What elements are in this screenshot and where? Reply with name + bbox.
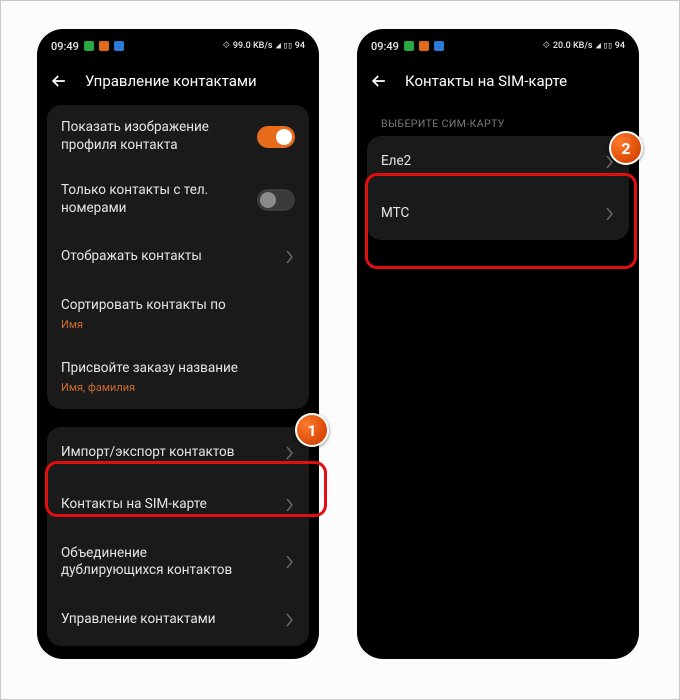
chevron-right-icon [285,498,295,512]
toggle-switch[interactable] [257,126,295,148]
chevron-right-icon [285,555,295,569]
row-label: Объединение дублирующихся контактов [61,545,241,580]
row-label: Сортировать контакты по Имя [61,297,226,332]
back-arrow-icon[interactable] [369,71,389,91]
row-sort-contacts[interactable]: Сортировать контакты по Имя [47,283,309,346]
status-battery: 94 [615,41,625,51]
status-net-speed: 99.0 KB/s [233,41,273,51]
section-label: Выберите сим-карту [357,105,639,136]
status-nfc-icon: ⟐ [543,41,550,51]
phone-screen-left: 09:49 ⟐ 99.0 KB/s ◢ ▯▯ 94 Управление кон… [37,29,319,659]
phone-screen-right: 09:49 ⟐ 20.0 KB/s ◢ ▯▯ 94 Контакты на SI… [357,29,639,659]
status-bluetooth-icon [114,41,124,51]
toggle-switch[interactable] [257,189,295,211]
status-wifi-icon: ◢ [276,41,280,51]
row-manage-contacts[interactable]: Управление контактами [47,594,309,646]
row-name-order[interactable]: Присвойте заказу название Имя, фамилия [47,346,309,409]
sim-card-list: Еле2 МТС [367,136,629,240]
status-battery: 94 [295,41,305,51]
status-app-icon [99,41,109,51]
row-sim-contacts[interactable]: Контакты на SIM-карте [47,479,309,531]
row-label: Только контакты с тел. номерами [61,182,241,217]
row-label: Показать изображение профиля контакта [61,119,241,154]
chevron-right-icon [285,250,295,264]
status-nfc-icon: ⟐ [223,41,230,51]
row-label: Контакты на SIM-карте [61,496,207,514]
status-wifi-icon: ◢ [596,41,600,51]
row-display-contacts[interactable]: Отображать контакты [47,231,309,283]
page-title: Контакты на SIM-карте [405,72,567,90]
chevron-right-icon [605,155,615,169]
page-title: Управление контактами [85,72,257,90]
status-bar: 09:49 ⟐ 20.0 KB/s ◢ ▯▯ 94 [357,29,639,61]
row-label: МТС [381,205,409,223]
row-label: Импорт/экспорт контактов [61,444,234,462]
status-bar: 09:49 ⟐ 99.0 KB/s ◢ ▯▯ 94 [37,29,319,61]
row-merge-duplicates[interactable]: Объединение дублирующихся контактов [47,531,309,594]
status-time: 09:49 [371,40,399,53]
row-label: Отображать контакты [61,248,202,266]
row-show-profile-image[interactable]: Показать изображение профиля контакта [47,105,309,168]
status-app-icon [404,41,414,51]
row-label: Еле2 [381,153,411,171]
row-label: Управление контактами [61,611,216,629]
status-bluetooth-icon [434,41,444,51]
row-subtitle: Имя, фамилия [61,381,238,395]
settings-group-manage: Импорт/экспорт контактов Контакты на SIM… [47,427,309,646]
status-app-icon [419,41,429,51]
back-arrow-icon[interactable] [49,71,69,91]
sim-option-1[interactable]: Еле2 [367,136,629,188]
chevron-right-icon [285,446,295,460]
status-app-icon [84,41,94,51]
chevron-right-icon [605,207,615,221]
status-signal-icon: ▯▯ [283,41,292,51]
row-import-export[interactable]: Импорт/экспорт контактов [47,427,309,479]
status-net-speed: 20.0 KB/s [553,41,593,51]
row-only-with-numbers[interactable]: Только контакты с тел. номерами [47,168,309,231]
row-subtitle: Имя [61,318,226,332]
screen-header: Контакты на SIM-карте [357,61,639,105]
chevron-right-icon [285,613,295,627]
sim-option-2[interactable]: МТС [367,188,629,240]
screen-header: Управление контактами [37,61,319,105]
status-signal-icon: ▯▯ [603,41,612,51]
status-time: 09:49 [51,40,79,53]
settings-group-display: Показать изображение профиля контакта То… [47,105,309,409]
row-label: Присвойте заказу название Имя, фамилия [61,360,238,395]
